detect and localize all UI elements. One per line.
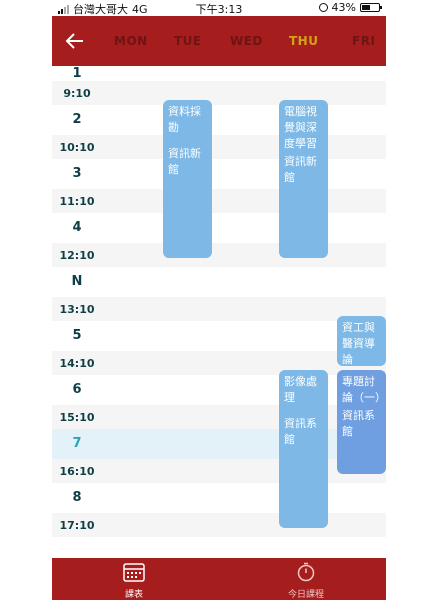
row-period-5: 5 <box>72 328 82 343</box>
row-time-1310: 13:10 <box>52 297 386 321</box>
row-period-4: 4 <box>72 220 82 235</box>
tab-label: 今日課程 <box>287 590 324 600</box>
row-time-1410: 14:10 <box>52 351 386 375</box>
class-name: 電腦視覺與深度學習 <box>284 105 317 150</box>
class-location: 資訊新館 <box>284 155 317 184</box>
row-time-1110: 11:10 <box>52 189 386 213</box>
row-time-1710: 17:10 <box>52 513 386 537</box>
class-name: 資工與醫資導論 <box>342 321 375 366</box>
row-time-1510: 15:10 <box>52 405 386 429</box>
row-period-9 <box>52 537 386 558</box>
tab-timetable[interactable]: 課表 <box>112 562 156 600</box>
class-location: 資訊新館 <box>168 147 201 176</box>
row-time-1010: 10:10 <box>52 135 386 159</box>
status-right: 43% <box>318 1 382 14</box>
class-name: 專題討論（一） <box>342 375 386 404</box>
class-block[interactable]: 電腦視覺與深度學習 資訊新館 <box>279 100 328 258</box>
tab-today[interactable]: 今日課程 <box>278 562 334 600</box>
timer-icon <box>297 562 315 582</box>
row-period-7: 7 <box>52 429 386 459</box>
day-mon[interactable]: MON <box>114 34 148 48</box>
status-bar: 台灣大哥大 4G 下午3:13 43% <box>52 0 386 16</box>
row-period-6: 6 <box>72 382 82 397</box>
row-time-1210: 12:10 <box>52 243 386 267</box>
day-wed[interactable]: WED <box>230 34 263 48</box>
day-fri[interactable]: FRI <box>352 34 375 48</box>
row-period-8: 8 <box>72 490 82 505</box>
class-block[interactable]: 資料採勘 資訊新館 <box>163 100 212 258</box>
row-time-1610: 16:10 <box>52 459 386 483</box>
tab-bar: 課表 今日課程 <box>52 558 386 600</box>
row-time-0910: 9:10 <box>52 81 386 105</box>
class-location: 資訊系館 <box>342 409 375 438</box>
row-period-3: 3 <box>72 166 82 181</box>
row-period-1: 1 <box>72 66 82 81</box>
calendar-icon <box>123 563 145 582</box>
orientation-lock-icon <box>318 3 328 12</box>
tab-label: 課表 <box>124 590 143 600</box>
class-block[interactable]: 專題討論（一） 資訊系館 <box>337 370 386 474</box>
class-name: 影像處理 <box>284 375 317 404</box>
week-header: MON TUE WED THU FRI <box>52 16 386 66</box>
class-location: 資訊系館 <box>284 417 317 446</box>
class-block[interactable]: 資工與醫資導論 <box>337 316 386 366</box>
phone-screen: 台灣大哥大 4G 下午3:13 43% MON TUE WED THU FRI … <box>52 0 386 600</box>
class-block[interactable]: 影像處理 資訊系館 <box>279 370 328 528</box>
row-period-noon: N <box>71 274 83 289</box>
day-thu[interactable]: THU <box>289 34 318 48</box>
timetable-grid: 1 9:10 2 10:10 3 11:10 4 12:10 N 13:10 5… <box>52 66 386 558</box>
battery-icon <box>360 3 382 12</box>
day-tue[interactable]: TUE <box>174 34 202 48</box>
row-period-2: 2 <box>72 112 82 127</box>
arrow-left-icon[interactable] <box>64 30 86 52</box>
battery-percent: 43% <box>331 1 356 14</box>
class-name: 資料採勘 <box>168 105 201 134</box>
